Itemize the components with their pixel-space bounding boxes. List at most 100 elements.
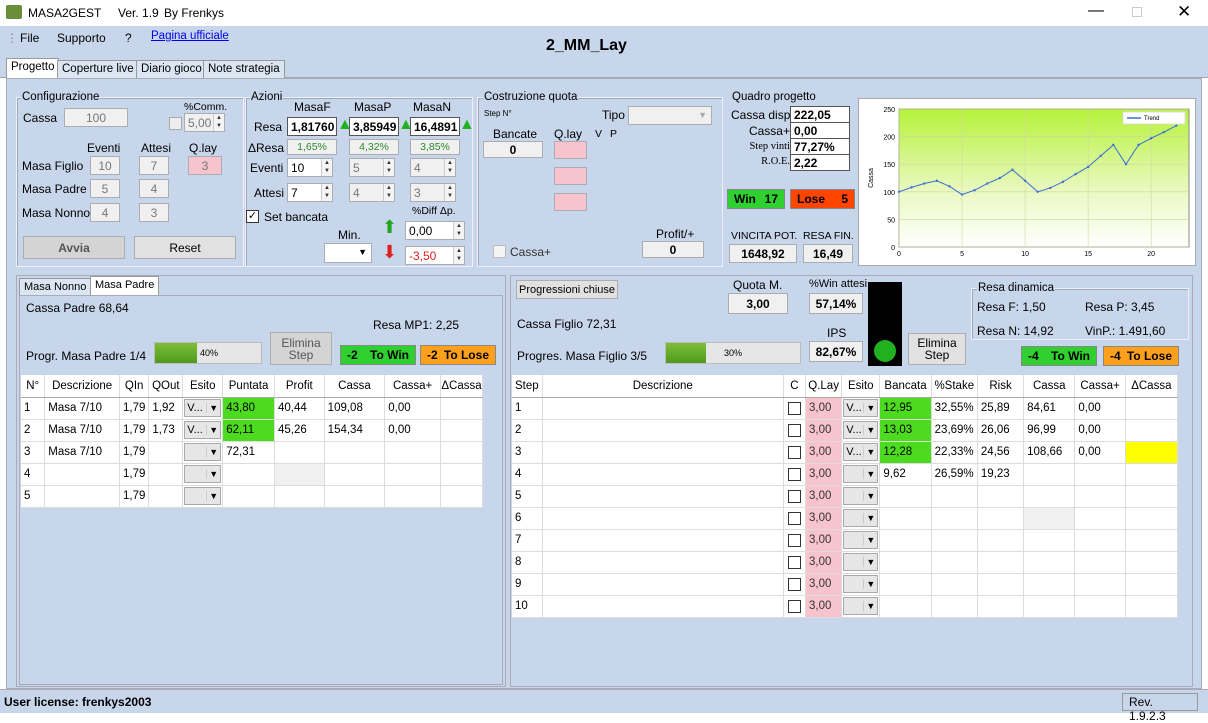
figlio-cell[interactable]	[783, 463, 807, 486]
diff-up-input[interactable]: 0,00 ▲ ▼	[405, 221, 465, 240]
spinner-icon[interactable]: ▲ ▼	[321, 159, 332, 176]
esito-select[interactable]: V... ▼	[843, 399, 879, 417]
figlio-cell[interactable]: 0,00	[1074, 441, 1126, 464]
padre-cell[interactable]	[384, 441, 441, 464]
masan-attesi-input[interactable]: 3 ▲ ▼	[410, 183, 456, 202]
figlio-cell[interactable]	[1074, 573, 1126, 596]
figlio-cell[interactable]	[879, 551, 932, 574]
figlio-cell[interactable]: 13,03	[879, 419, 932, 442]
row-checkbox[interactable]	[787, 401, 801, 415]
spinner-icon[interactable]: ▲ ▼	[444, 159, 455, 176]
padre-col-header[interactable]: N°	[21, 375, 46, 398]
padre-col-header[interactable]: QOut	[148, 375, 184, 398]
figlio-cell[interactable]	[1074, 529, 1126, 552]
tab-progetto[interactable]: Progetto	[6, 58, 60, 78]
figlio-cell[interactable]: 5	[512, 485, 543, 508]
spinner-icon[interactable]: ▲ ▼	[444, 184, 455, 201]
esito-select[interactable]: ▼	[184, 487, 222, 505]
figlio-cell[interactable]	[542, 441, 784, 464]
figlio-cell[interactable]: 8	[512, 551, 543, 574]
padre-col-header[interactable]: QIn	[119, 375, 150, 398]
figlio-col-header[interactable]: Q.Lay	[805, 375, 843, 398]
figlio-cell[interactable]	[783, 485, 807, 508]
esito-select[interactable]: V... ▼	[843, 443, 879, 461]
row-checkbox[interactable]	[787, 511, 801, 525]
figlio-cell[interactable]	[542, 595, 784, 618]
padre-cell[interactable]: 0,00	[384, 397, 441, 420]
figlio-cell[interactable]: ▼	[841, 507, 881, 530]
cassa-plus-checkbox[interactable]	[493, 245, 506, 258]
padre-cell[interactable]	[440, 485, 484, 508]
figlio-cell[interactable]	[783, 573, 807, 596]
figlio-cell[interactable]: ▼	[841, 551, 881, 574]
menu-support[interactable]: Supporto	[57, 31, 106, 45]
figlio-col-header[interactable]: C	[783, 375, 807, 398]
table-row[interactable]: 3 3,00 V... ▼ 12,28 22,33% 24,56 108,66 0,00	[512, 441, 1179, 464]
figlio-cell[interactable]	[1074, 595, 1126, 618]
padre-col-header[interactable]: ΔCassa	[440, 375, 484, 398]
row-checkbox[interactable]	[787, 445, 801, 459]
figlio-cell[interactable]	[879, 485, 932, 508]
padre-cell[interactable]: 3	[21, 441, 46, 464]
figlio-eventi-input[interactable]: 10	[90, 156, 120, 175]
figlio-cell[interactable]	[1125, 573, 1179, 596]
figlio-col-header[interactable]: Esito	[841, 375, 881, 398]
masap-attesi-input[interactable]: 4 ▲ ▼	[349, 183, 395, 202]
figlio-cell[interactable]	[542, 485, 784, 508]
figlio-cell[interactable]: 19,23	[977, 463, 1025, 486]
cassa-input[interactable]: 100	[64, 108, 128, 127]
padre-col-header[interactable]: Profit	[274, 375, 325, 398]
masaf-eventi-input[interactable]: 10 ▲ ▼	[287, 158, 333, 177]
figlio-cell[interactable]	[1023, 529, 1076, 552]
figlio-cell[interactable]: 3,00	[805, 441, 843, 464]
min-select[interactable]: ▼	[324, 243, 372, 263]
figlio-cell[interactable]	[879, 529, 932, 552]
comm-spinner-icon[interactable]: ▲ ▼	[213, 114, 224, 131]
figlio-cell[interactable]	[879, 507, 932, 530]
padre-col-header[interactable]: Esito	[182, 375, 224, 398]
figlio-cell[interactable]	[783, 595, 807, 618]
padre-cell[interactable]: Masa 7/10	[44, 441, 120, 464]
padre-cell[interactable]: 5	[21, 485, 46, 508]
padre-cell[interactable]: ▼	[182, 463, 224, 486]
padre-cell[interactable]: 62,11	[222, 419, 275, 442]
figlio-cell[interactable]	[542, 507, 784, 530]
table-row[interactable]: 9 3,00 ▼	[512, 573, 1179, 596]
padre-cell[interactable]	[44, 463, 120, 486]
figlio-cell[interactable]	[977, 551, 1025, 574]
figlio-col-header[interactable]: Cassa	[1023, 375, 1076, 398]
figlio-cell[interactable]	[542, 551, 784, 574]
figlio-cell[interactable]	[1125, 397, 1179, 420]
figlio-cell[interactable]: ▼	[841, 595, 881, 618]
row-checkbox[interactable]	[787, 423, 801, 437]
figlio-cell[interactable]: 26,59%	[931, 463, 978, 486]
nonno-eventi-input[interactable]: 4	[90, 203, 120, 222]
figlio-cell[interactable]: 22,33%	[931, 441, 978, 464]
menu-file[interactable]: File	[20, 31, 39, 45]
padre-cell[interactable]	[148, 441, 184, 464]
figlio-cell[interactable]	[1074, 485, 1126, 508]
qlay-input-1[interactable]	[554, 141, 587, 159]
set-bancata-checkbox[interactable]: ✓	[246, 210, 259, 223]
figlio-cell[interactable]	[931, 485, 978, 508]
progressioni-chiuse-button[interactable]: Progressioni chiuse	[516, 280, 618, 299]
figlio-cell[interactable]	[977, 529, 1025, 552]
figlio-cell[interactable]: 9	[512, 573, 543, 596]
row-checkbox[interactable]	[787, 467, 801, 481]
close-icon[interactable]: ✕	[1177, 2, 1191, 22]
figlio-cell[interactable]: 6	[512, 507, 543, 530]
maximize-icon[interactable]	[1132, 7, 1142, 17]
figlio-cell[interactable]: ▼	[841, 529, 881, 552]
figlio-cell[interactable]: 3,00	[805, 485, 843, 508]
figlio-cell[interactable]: 2	[512, 419, 543, 442]
table-row[interactable]: 10 3,00 ▼	[512, 595, 1179, 618]
official-page-link[interactable]: Pagina ufficiale	[151, 30, 229, 42]
padre-cell[interactable]: V... ▼	[182, 419, 224, 442]
padre-cell[interactable]	[384, 485, 441, 508]
menu-help[interactable]: ?	[125, 31, 132, 45]
figlio-col-header[interactable]: Bancata	[879, 375, 932, 398]
padre-cell[interactable]: 1,73	[148, 419, 184, 442]
spinner-icon[interactable]: ▲ ▼	[453, 222, 464, 239]
padre-cell[interactable]	[222, 463, 275, 486]
figlio-cell[interactable]	[783, 441, 807, 464]
